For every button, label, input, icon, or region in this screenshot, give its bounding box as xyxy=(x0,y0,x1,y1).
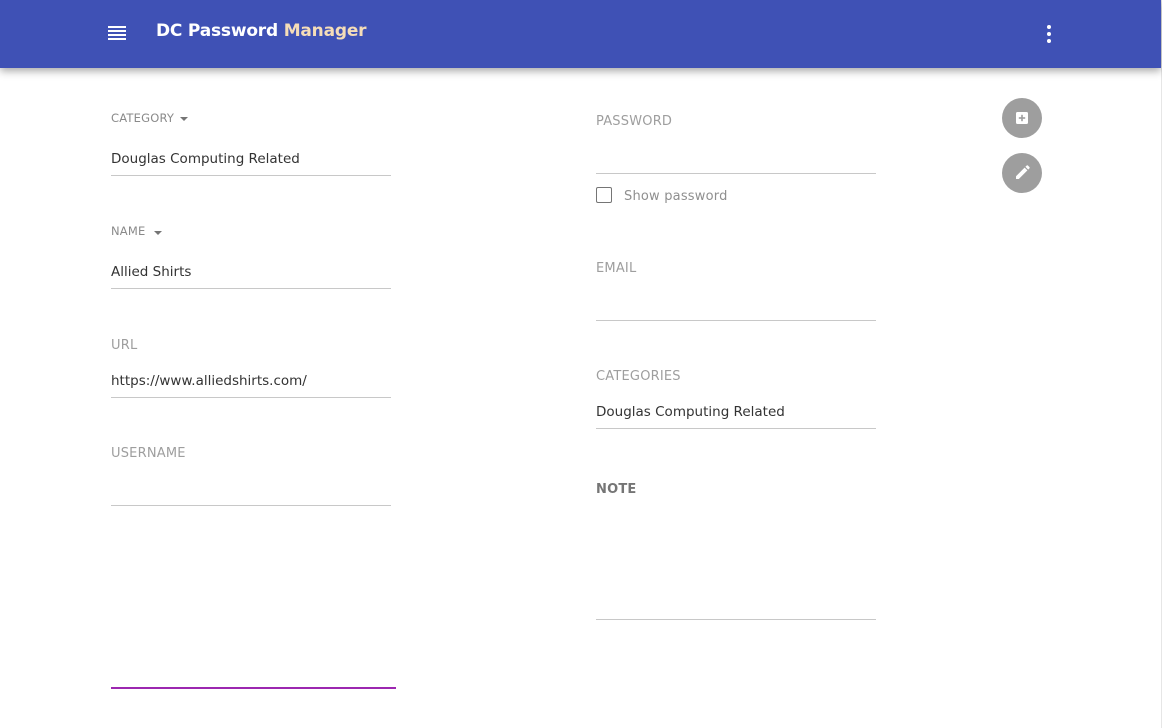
note-label: NOTE xyxy=(596,482,637,497)
password-input[interactable] xyxy=(596,146,876,173)
username-input[interactable] xyxy=(111,478,391,505)
username-underline xyxy=(111,505,391,506)
app-title-main: DC Password xyxy=(156,21,278,41)
app-title-accent: Manager xyxy=(283,21,367,41)
show-password-checkbox[interactable] xyxy=(596,187,612,203)
categories-value: Douglas Computing Related xyxy=(596,404,785,420)
url-input[interactable]: https://www.alliedshirts.com/ xyxy=(111,370,391,397)
app-title: DC Password Manager xyxy=(156,21,367,41)
categories-input[interactable]: Douglas Computing Related xyxy=(596,401,876,428)
add-box-icon xyxy=(1016,112,1028,124)
focused-field-underline[interactable] xyxy=(111,687,396,689)
password-manager-page: DC Password Manager CATEGORY Douglas Com… xyxy=(0,0,1162,728)
add-button[interactable] xyxy=(1002,98,1042,138)
url-value: https://www.alliedshirts.com/ xyxy=(111,373,307,389)
note-underline xyxy=(596,619,876,620)
more-options-button[interactable] xyxy=(1038,22,1060,46)
email-label: EMAIL xyxy=(596,261,637,276)
menu-button[interactable] xyxy=(106,24,128,44)
email-input[interactable] xyxy=(596,293,876,320)
name-underline xyxy=(111,288,391,289)
categories-underline xyxy=(596,428,876,429)
category-select[interactable]: Douglas Computing Related xyxy=(111,148,391,175)
note-textarea[interactable] xyxy=(596,505,876,618)
category-label: CATEGORY xyxy=(111,111,175,125)
url-underline xyxy=(111,397,391,398)
password-underline xyxy=(596,173,876,174)
show-password-label[interactable]: Show password xyxy=(624,189,728,204)
name-dropdown-icon[interactable] xyxy=(154,231,162,235)
categories-label: CATEGORIES xyxy=(596,369,681,384)
category-value: Douglas Computing Related xyxy=(111,151,300,167)
email-underline xyxy=(596,320,876,321)
name-value: Allied Shirts xyxy=(111,264,192,280)
password-label: PASSWORD xyxy=(596,114,673,129)
name-label: NAME xyxy=(111,224,146,238)
category-underline xyxy=(111,175,391,176)
url-label: URL xyxy=(111,338,138,353)
category-dropdown-icon[interactable] xyxy=(180,117,188,121)
app-bar: DC Password Manager xyxy=(0,0,1161,68)
edit-button[interactable] xyxy=(1002,153,1042,193)
pencil-icon xyxy=(1016,165,1030,179)
name-select[interactable]: Allied Shirts xyxy=(111,261,391,288)
username-label: USERNAME xyxy=(111,446,186,461)
